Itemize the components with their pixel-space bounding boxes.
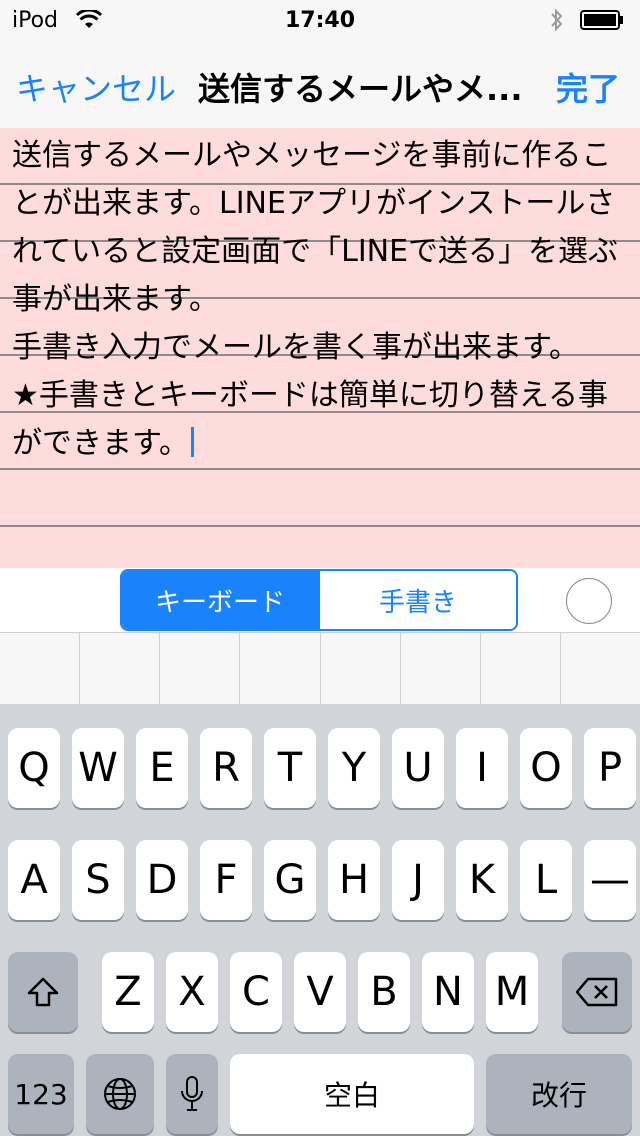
bluetooth-icon (551, 8, 563, 32)
microphone-icon (181, 1076, 203, 1111)
key-y[interactable]: Y (328, 728, 380, 808)
keyboard-mode-button[interactable]: キーボード (122, 571, 318, 629)
key-label: F (214, 857, 238, 903)
done-button[interactable]: 完了 (556, 64, 620, 110)
key-label: — (590, 857, 630, 903)
key-label: O (530, 745, 562, 791)
key-label: C (242, 969, 270, 1015)
key-label: I (476, 745, 488, 791)
globe-key[interactable] (86, 1054, 154, 1134)
candidate-cell[interactable] (401, 633, 481, 705)
key-label: W (78, 745, 118, 791)
candidate-bar (0, 632, 640, 705)
key-label: R (212, 745, 240, 791)
key-label: E (149, 745, 175, 791)
key-d[interactable]: D (136, 840, 188, 920)
circle-button[interactable] (566, 578, 612, 624)
key-label: K (468, 857, 496, 903)
key-label: V (306, 969, 334, 1015)
key-e[interactable]: E (136, 728, 188, 808)
key-dash[interactable]: — (584, 840, 636, 920)
key-label: T (277, 745, 303, 791)
key-b[interactable]: B (358, 952, 410, 1032)
delete-icon (575, 977, 618, 1007)
return-key[interactable]: 改行 (486, 1054, 632, 1134)
message-text[interactable]: 送信するメールやメッセージを事前に作ることが出来ます。LINEアプリがインストー… (12, 132, 632, 468)
shift-icon (27, 977, 59, 1007)
microphone-key[interactable] (166, 1054, 218, 1134)
key-label: H (338, 857, 370, 903)
key-w[interactable]: W (72, 728, 124, 808)
candidate-cell[interactable] (0, 633, 81, 705)
key-p[interactable]: P (584, 728, 636, 808)
message-editor[interactable]: 送信するメールやメッセージを事前に作ることが出来ます。LINEアプリがインストー… (0, 128, 640, 568)
key-j[interactable]: J (392, 840, 444, 920)
key-label: G (274, 857, 306, 903)
key-label: U (403, 745, 433, 791)
shift-key[interactable] (8, 952, 78, 1032)
key-r[interactable]: R (200, 728, 252, 808)
key-x[interactable]: X (166, 952, 218, 1032)
key-label: X (178, 969, 206, 1015)
candidate-cell[interactable] (321, 633, 401, 705)
key-m[interactable]: M (486, 952, 538, 1032)
globe-icon (104, 1078, 136, 1110)
key-label: J (412, 857, 424, 903)
key-t[interactable]: T (264, 728, 316, 808)
key-label: S (85, 857, 111, 903)
candidate-cell[interactable] (160, 633, 241, 705)
key-label: Y (341, 745, 367, 791)
input-mode-bar: キーボード 手書き (0, 568, 640, 632)
page-title: 送信するメールやメ... (198, 70, 523, 108)
message-text-content: 送信するメールやメッセージを事前に作ることが出来ます。LINEアプリがインストー… (12, 138, 619, 461)
space-key-label: 空白 (323, 1079, 380, 1112)
key-label: B (370, 969, 398, 1015)
key-q[interactable]: Q (8, 728, 60, 808)
input-mode-segment: キーボード 手書き (120, 569, 518, 631)
key-u[interactable]: U (392, 728, 444, 808)
key-label: L (534, 857, 558, 903)
candidate-cell[interactable] (80, 633, 161, 705)
key-n[interactable]: N (422, 952, 474, 1032)
cancel-button[interactable]: キャンセル (16, 64, 176, 110)
key-g[interactable]: G (264, 840, 316, 920)
key-label: A (20, 857, 48, 903)
battery-icon (580, 10, 623, 30)
status-bar: iPod 17:40 (0, 0, 640, 40)
key-a[interactable]: A (8, 840, 60, 920)
key-o[interactable]: O (520, 728, 572, 808)
nav-bar: キャンセル 送信するメールやメ... 完了 (0, 40, 640, 129)
space-key[interactable]: 空白 (230, 1054, 474, 1134)
handwriting-mode-button[interactable]: 手書き (318, 571, 516, 629)
key-label: D (146, 857, 178, 903)
text-cursor (191, 427, 194, 457)
key-label: Z (114, 969, 142, 1015)
key-h[interactable]: H (328, 840, 380, 920)
key-label: N (433, 969, 463, 1015)
key-k[interactable]: K (456, 840, 508, 920)
keyboard: QWERTYUIOP A S D F G H J K L — ZXCVBNM 123 空白 (0, 704, 640, 1136)
candidate-cell[interactable] (240, 633, 321, 705)
key-i[interactable]: I (456, 728, 508, 808)
key-s[interactable]: S (72, 840, 124, 920)
key-label: Q (18, 745, 50, 791)
key-v[interactable]: V (294, 952, 346, 1032)
clock: 17:40 (284, 8, 356, 33)
numbers-key[interactable]: 123 (8, 1054, 74, 1134)
key-f[interactable]: F (200, 840, 252, 920)
key-label: P (597, 745, 623, 791)
delete-key[interactable] (562, 952, 632, 1032)
key-l[interactable]: L (520, 840, 572, 920)
candidate-cell[interactable] (561, 633, 640, 705)
key-label: M (494, 969, 530, 1015)
candidate-cell[interactable] (481, 633, 561, 705)
return-key-label: 改行 (530, 1079, 587, 1112)
key-c[interactable]: C (230, 952, 282, 1032)
numbers-key-label: 123 (14, 1077, 68, 1111)
key-z[interactable]: Z (102, 952, 154, 1032)
